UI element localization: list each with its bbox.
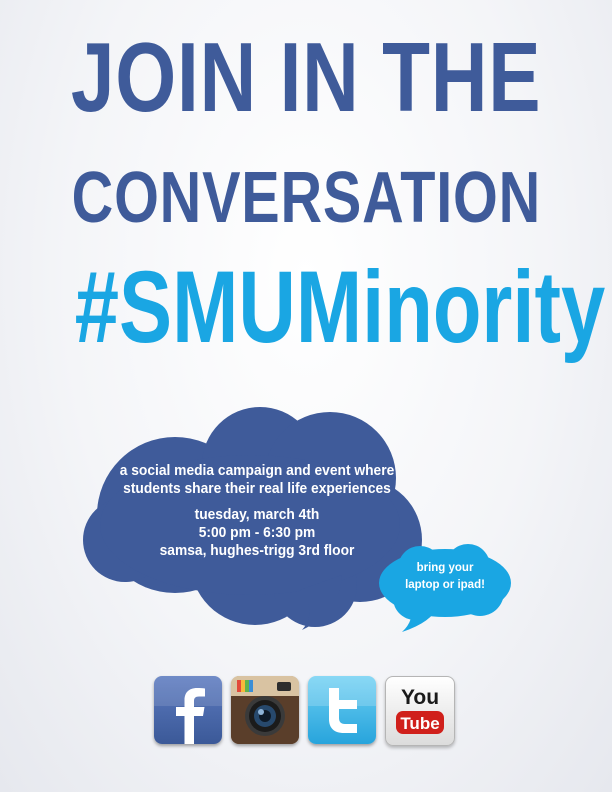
youtube-tube-text: Tube bbox=[400, 714, 439, 733]
reminder-line-1: bring your bbox=[416, 562, 474, 574]
event-time: 5:00 pm - 6:30 pm bbox=[198, 524, 316, 541]
reminder-line-2: laptop or ipad! bbox=[405, 579, 485, 591]
social-media-icons: You Tube bbox=[154, 676, 460, 746]
youtube-you-text: You bbox=[401, 686, 439, 709]
facebook-icon[interactable] bbox=[154, 676, 222, 744]
twitter-icon[interactable] bbox=[308, 676, 376, 744]
event-description-line-1: a social media campaign and event where bbox=[119, 462, 395, 479]
youtube-icon[interactable]: You Tube bbox=[385, 676, 455, 746]
event-details: a social media campaign and event where … bbox=[92, 462, 422, 560]
reminder-text: bring your laptop or ipad! bbox=[382, 560, 508, 594]
instagram-icon[interactable] bbox=[231, 676, 299, 744]
speech-bubbles bbox=[83, 407, 511, 632]
event-location: samsa, hughes-trigg 3rd floor bbox=[159, 542, 355, 559]
event-date: tuesday, march 4th bbox=[194, 506, 320, 523]
event-description-line-2: students share their real life experienc… bbox=[123, 480, 391, 497]
